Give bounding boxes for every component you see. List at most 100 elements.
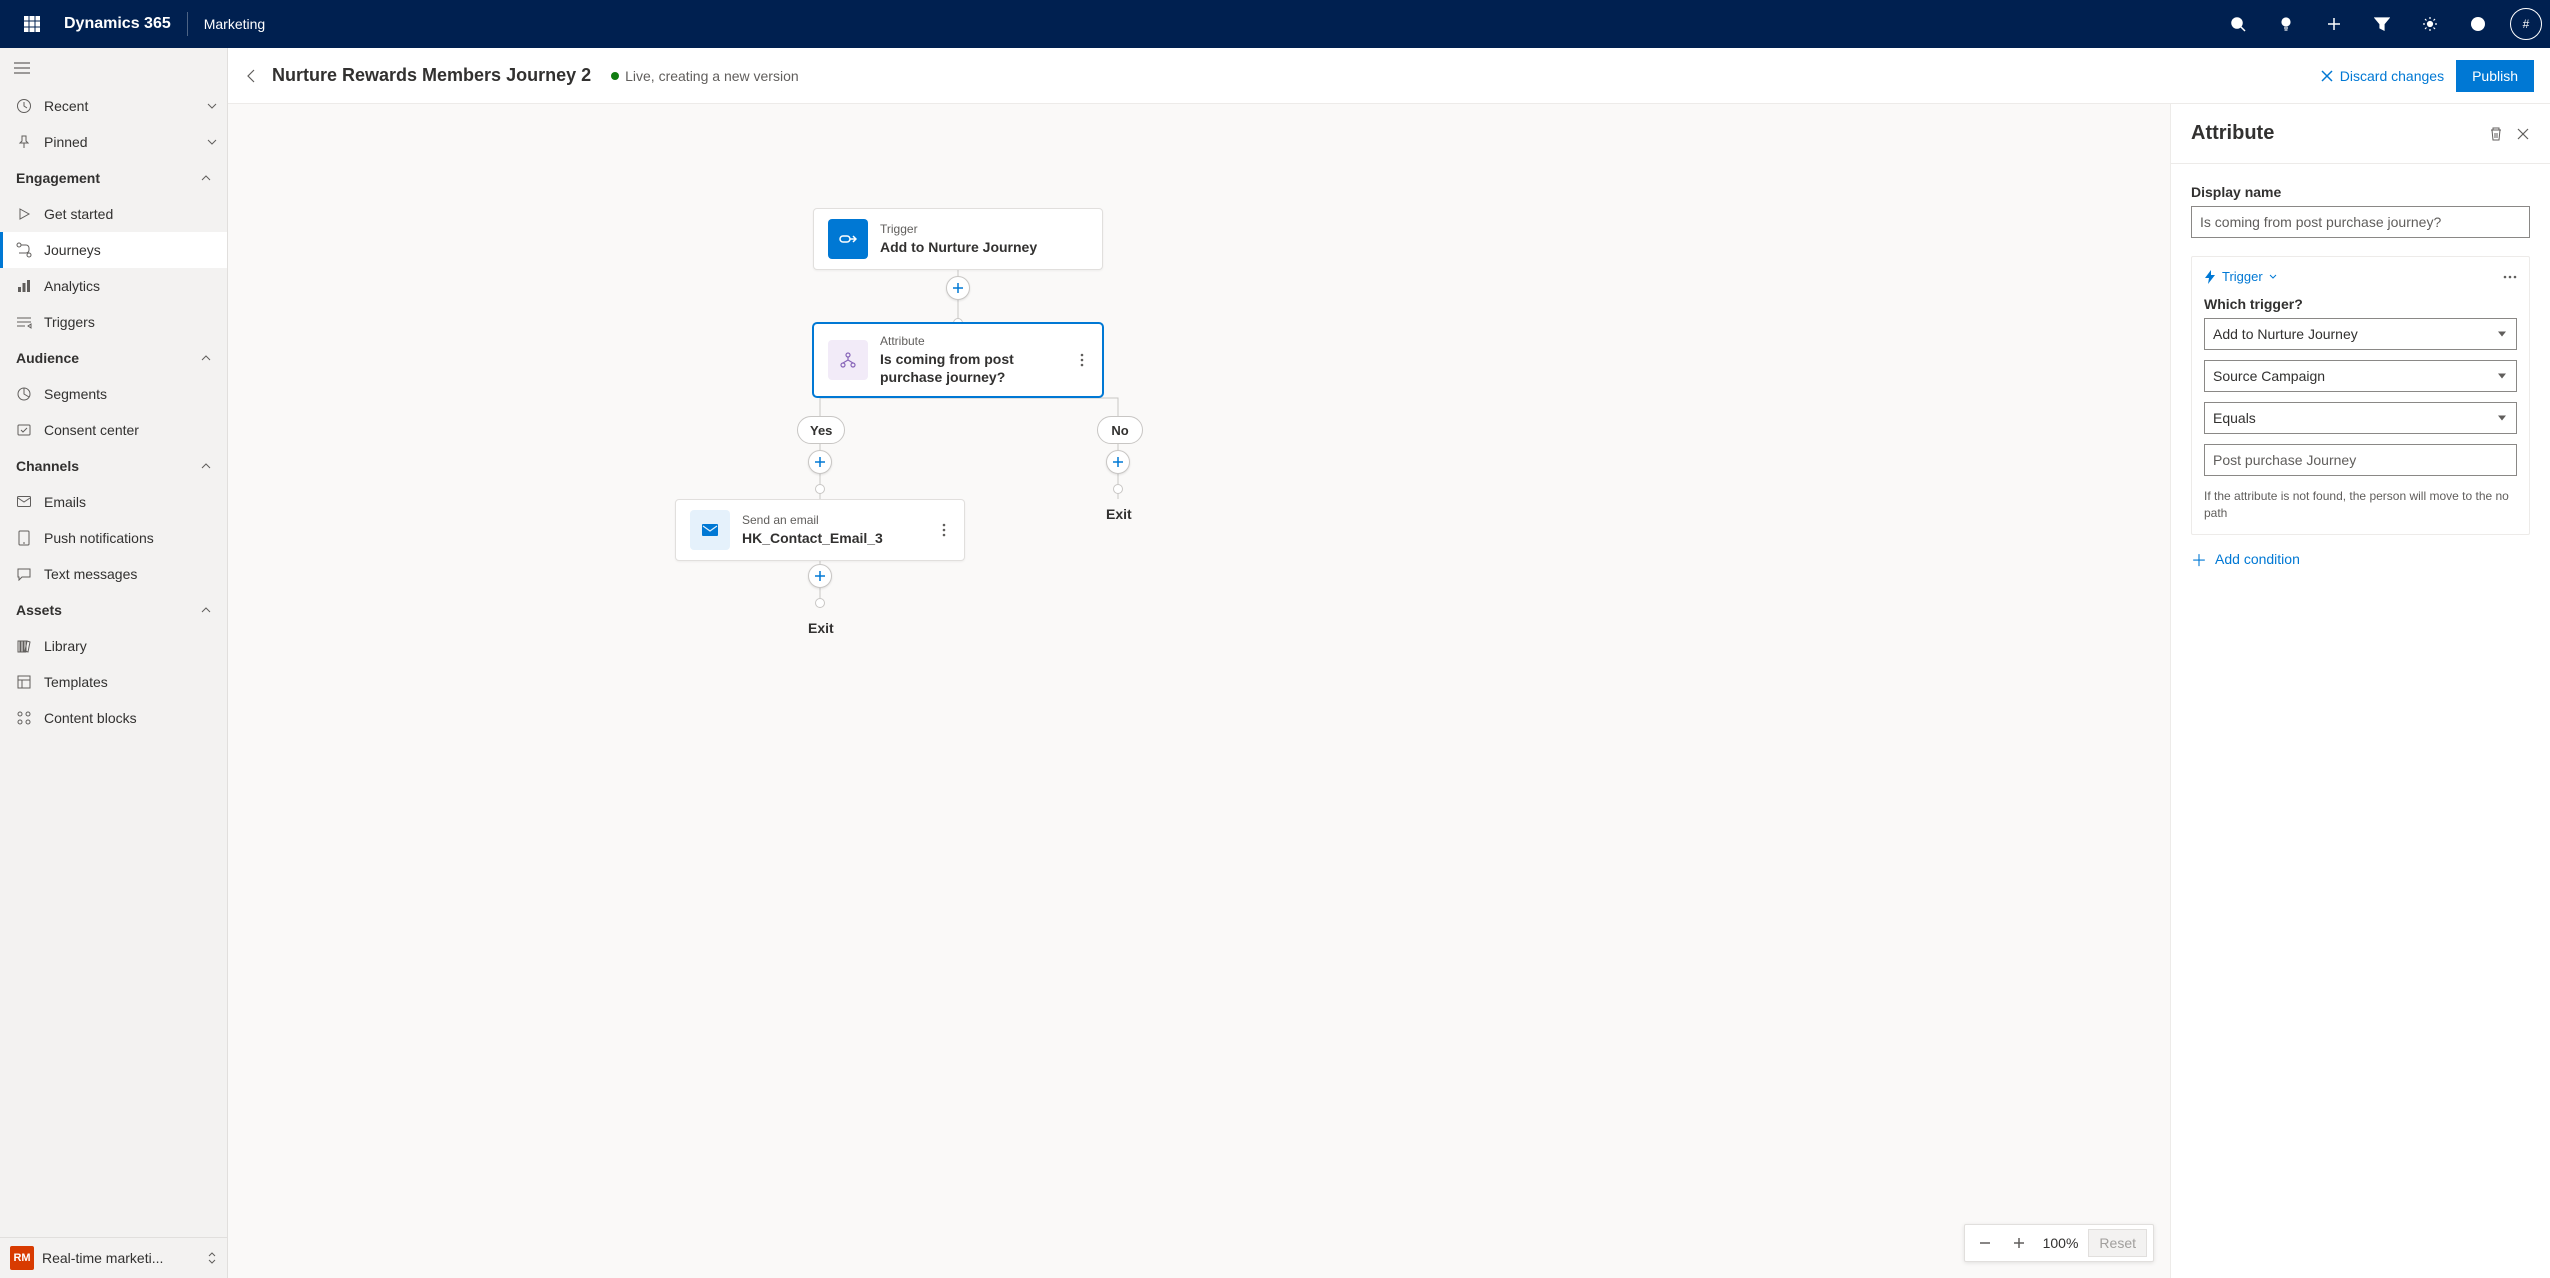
email-node-icon [690,510,730,550]
condition-menu-icon[interactable] [2503,275,2517,279]
divider [187,12,188,36]
discard-button[interactable]: Discard changes [2320,68,2444,84]
zoom-reset-button[interactable]: Reset [2088,1229,2147,1257]
top-nav-bar: Dynamics 365 Marketing ? # [0,0,2550,48]
operator-select[interactable]: Equals [2204,402,2517,434]
nav-label: Templates [44,674,108,690]
status-dot-icon [611,72,619,80]
module-label[interactable]: Marketing [196,16,273,32]
search-icon[interactable] [2214,0,2262,48]
collapse-nav-icon[interactable] [14,62,30,74]
delete-icon[interactable] [2488,126,2504,142]
app-switcher[interactable]: RM Real-time marketi... [0,1238,227,1278]
nav-journeys[interactable]: Journeys [0,232,227,268]
discard-label: Discard changes [2340,68,2444,84]
branch-yes[interactable]: Yes [797,416,845,444]
branch-no[interactable]: No [1097,416,1143,444]
filter-icon[interactable] [2358,0,2406,48]
zoom-in-button[interactable] [2005,1229,2033,1257]
command-bar: Nurture Rewards Members Journey 2 Live, … [228,48,2550,104]
add-condition-button[interactable]: ＋ Add condition [2191,547,2530,571]
value-input[interactable] [2204,444,2517,476]
chevron-up-icon [201,355,211,361]
connector-dot [815,598,825,608]
node-type: Attribute [880,334,1064,350]
app-switcher-label: Real-time marketi... [42,1250,199,1266]
zoom-out-button[interactable] [1971,1229,1999,1257]
node-trigger[interactable]: Trigger Add to Nurture Journey [813,208,1103,270]
nav-analytics[interactable]: Analytics [0,268,227,304]
app-launcher-icon[interactable] [8,0,56,48]
nav-content-blocks[interactable]: Content blocks [0,700,227,736]
trigger-select[interactable]: Add to Nurture Journey [2204,318,2517,350]
nav-label: Get started [44,206,113,222]
chevron-down-icon [207,139,217,145]
nav-library[interactable]: Library [0,628,227,664]
nav-label: Content blocks [44,710,137,726]
zoom-level: 100% [2039,1235,2083,1251]
display-name-input[interactable] [2191,206,2530,238]
nav-triggers[interactable]: Triggers [0,304,227,340]
sms-icon [16,566,32,582]
nav-group-engagement[interactable]: Engagement [0,160,227,196]
user-avatar[interactable]: # [2510,8,2542,40]
mail-icon [16,494,32,510]
help-icon[interactable]: ? [2454,0,2502,48]
add-step-button[interactable] [808,564,832,588]
nav-label: Pinned [44,134,88,150]
nav-recent[interactable]: Recent [0,88,227,124]
node-label: HK_Contact_Email_3 [742,529,883,547]
property-pane: Attribute Display name Trigger [2170,104,2550,1278]
close-icon[interactable] [2516,127,2530,141]
add-condition-label: Add condition [2215,551,2300,567]
nav-label: Triggers [44,314,95,330]
nav-emails[interactable]: Emails [0,484,227,520]
nav-label: Library [44,638,87,654]
node-type: Send an email [742,513,883,529]
add-step-button[interactable] [1106,450,1130,474]
nav-label: Emails [44,494,86,510]
nav-consent-center[interactable]: Consent center [0,412,227,448]
nav-templates[interactable]: Templates [0,664,227,700]
add-step-button[interactable] [946,276,970,300]
add-icon[interactable] [2310,0,2358,48]
node-more-icon[interactable] [1076,353,1088,367]
nav-push[interactable]: Push notifications [0,520,227,556]
nav-label: Consent center [44,422,139,438]
nav-segments[interactable]: Segments [0,376,227,412]
node-more-icon[interactable] [938,523,950,537]
nav-label: Journeys [44,242,101,258]
journey-status: Live, creating a new version [611,68,799,84]
nav-text-messages[interactable]: Text messages [0,556,227,592]
trigger-node-icon [828,219,868,259]
lightbulb-icon[interactable] [2262,0,2310,48]
node-email[interactable]: Send an email HK_Contact_Email_3 [675,499,965,561]
nav-group-channels[interactable]: Channels [0,448,227,484]
nav-group-assets[interactable]: Assets [0,592,227,628]
chevron-up-icon [201,607,211,613]
chevron-up-icon [201,463,211,469]
brand-label[interactable]: Dynamics 365 [56,15,179,33]
trigger-icon [16,314,32,330]
attribute-field-select[interactable]: Source Campaign [2204,360,2517,392]
nav-label: Push notifications [44,530,154,546]
segments-icon [16,386,32,402]
bolt-icon [2204,270,2216,284]
nav-group-audience[interactable]: Audience [0,340,227,376]
publish-button[interactable]: Publish [2456,60,2534,92]
nav-pinned[interactable]: Pinned [0,124,227,160]
journey-title: Nurture Rewards Members Journey 2 [272,65,591,86]
chevron-down-icon [2269,274,2277,279]
templates-icon [16,674,32,690]
settings-icon[interactable] [2406,0,2454,48]
condition-type-label[interactable]: Trigger [2222,269,2263,284]
node-label: Is coming from post purchase journey? [880,350,1064,386]
add-step-button[interactable] [808,450,832,474]
node-type: Trigger [880,222,1037,238]
nav-get-started[interactable]: Get started [0,196,227,232]
condition-card: Trigger Which trigger? Add to Nurture Jo… [2191,256,2530,535]
back-button[interactable] [244,68,260,84]
library-icon [16,638,32,654]
node-attribute[interactable]: Attribute Is coming from post purchase j… [813,323,1103,397]
journey-canvas[interactable]: Trigger Add to Nurture Journey Attribute [228,104,2170,1278]
